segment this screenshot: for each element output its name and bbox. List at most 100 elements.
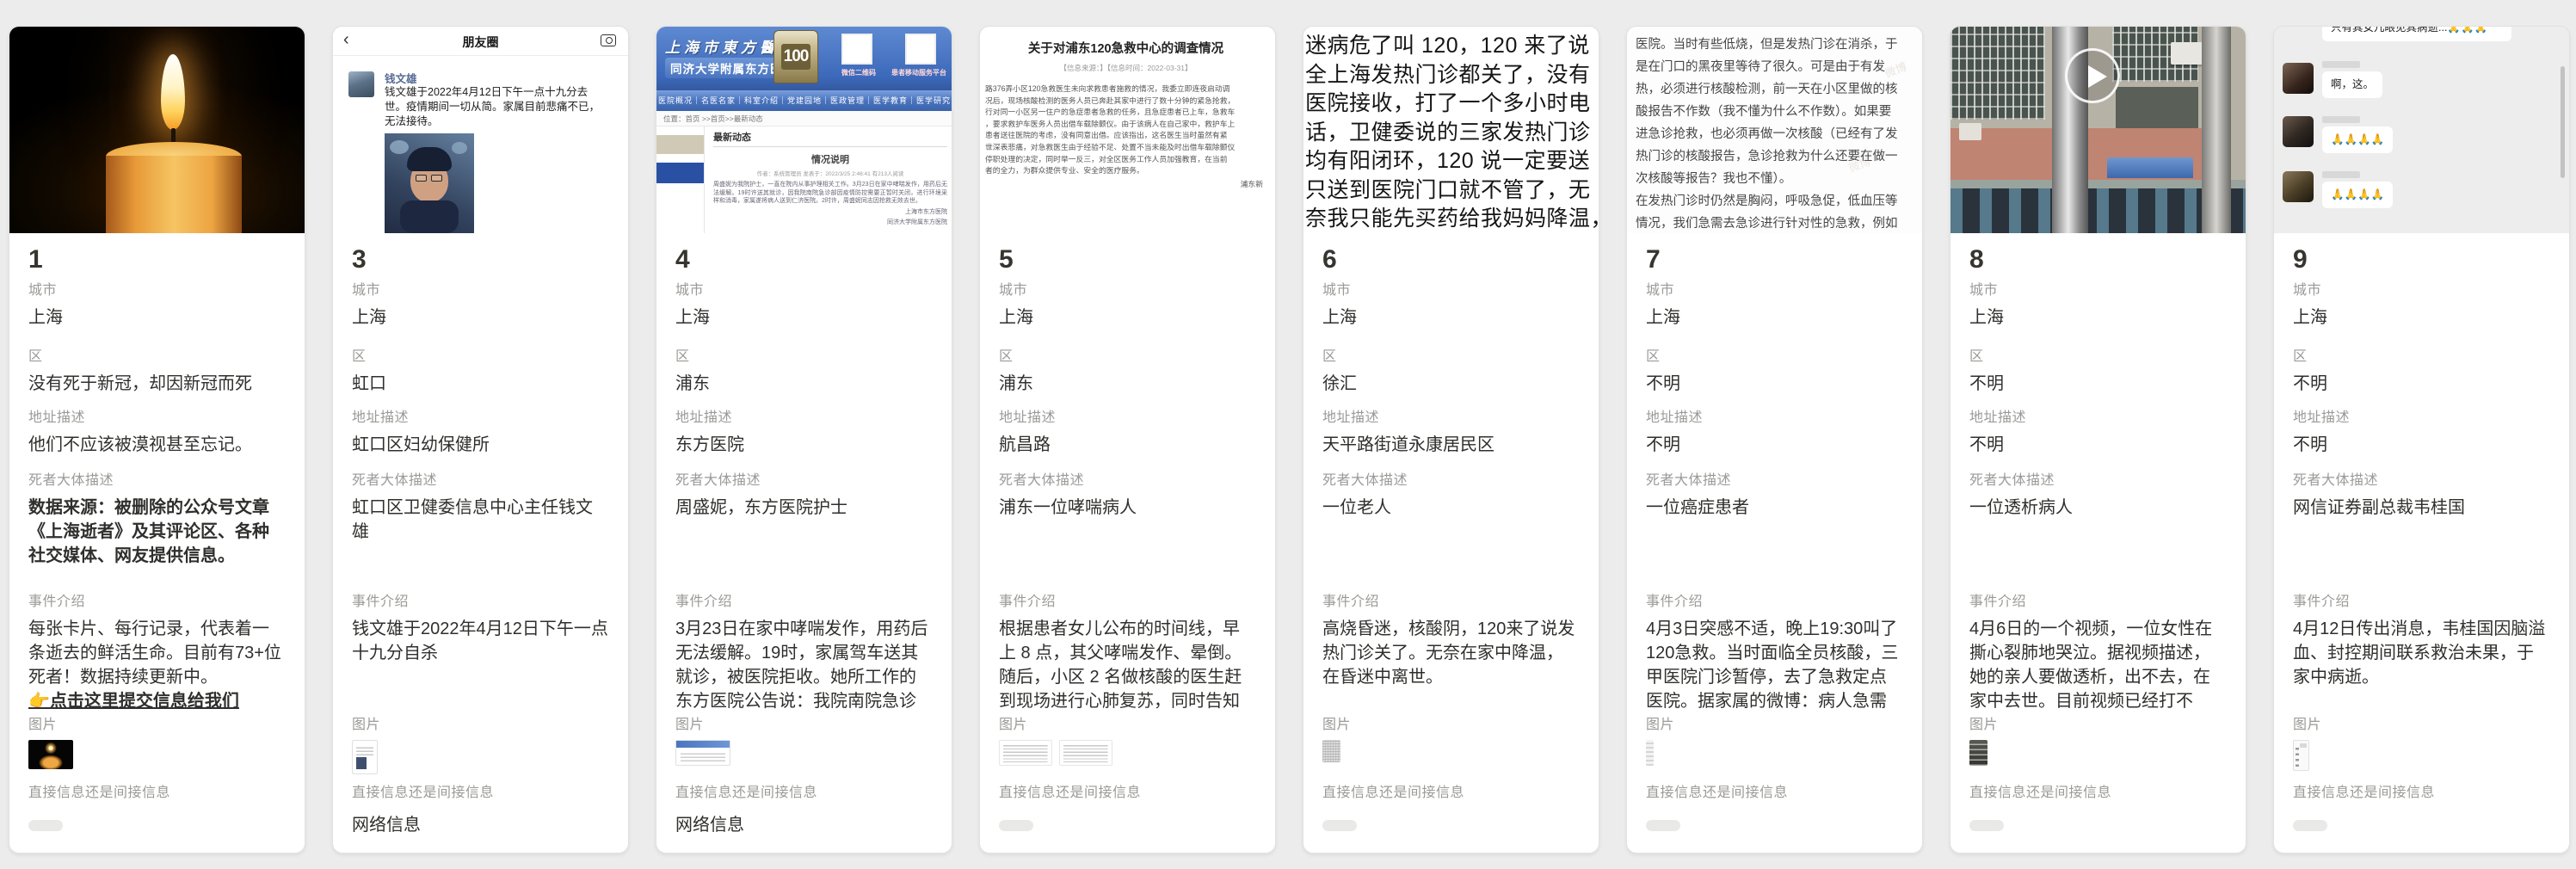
text-line: 均有阳闭环，120 说一定要送 <box>1305 147 1599 176</box>
background-light <box>452 142 467 154</box>
card-grid: 1 城市上海 区没有死于新冠，却因新冠而死 地址描述他们不应该被漠视甚至忘记。 … <box>9 26 2570 854</box>
event-label: 事件介绍 <box>1646 595 1903 610</box>
site-header: 上海市東方醫院 同济大学附属东方医院 100 微信二维码 患者移动服务平台 <box>656 27 952 90</box>
event-label: 事件介绍 <box>675 595 933 610</box>
address-label: 地址描述 <box>2293 410 2550 426</box>
event-label: 事件介绍 <box>1322 595 1580 610</box>
deceased-value: 数据来源：被删除的公众号文章《上海逝者》及其评论区、各种社交媒体、网友提供信息。 <box>28 496 286 568</box>
metal-pole <box>2202 27 2231 233</box>
card-number: 1 <box>28 243 286 283</box>
background-light <box>390 140 409 154</box>
deceased-value: 一位老人 <box>1322 496 1580 520</box>
narrow-thumbnail <box>1646 740 1654 766</box>
sidebar-block <box>656 163 704 183</box>
direct-label: 直接信息还是间接信息 <box>352 786 609 801</box>
event-value: 4月12日传出消息，韦桂国因脑溢血、封控期间联系救治未果，于家中病逝。 <box>2293 617 2550 689</box>
case-card-4[interactable]: 上海市東方醫院 同济大学附属东方医院 100 微信二维码 患者移动服务平台 医院… <box>656 26 952 854</box>
redacted-name <box>2322 61 2360 68</box>
address-value: 东方医院 <box>675 433 933 457</box>
qr-code <box>905 34 936 65</box>
address-value: 虹口区妇幼保健所 <box>352 433 609 457</box>
submit-info-link[interactable]: 👉点击这里提交信息给我们 <box>28 692 239 711</box>
empty-value-pill <box>1322 820 1357 831</box>
empty-value-pill <box>2293 820 2327 831</box>
address-label: 地址描述 <box>1646 410 1903 426</box>
document-thumbnail <box>1059 740 1112 766</box>
report-signature: 浦东新 <box>985 178 1266 189</box>
city-value: 上海 <box>675 305 933 330</box>
empty-value-pill <box>1646 820 1680 831</box>
section-title: 最新动态 <box>713 130 947 147</box>
district-value: 浦东 <box>999 372 1256 396</box>
city-value: 上海 <box>352 305 609 330</box>
image-label: 图片 <box>28 718 286 733</box>
report-line: ，要求救护车医务人员出借车载除颤仪。由于该病人在自己家中，救护车上 <box>985 119 1266 131</box>
case-card-6[interactable]: 迷病危了叫 120，120 来了说 全上海发热门诊都关了，没有 医院接收，打了一… <box>1303 26 1599 854</box>
report-line: 停职处理的决定，同时举一反三，对全区医务工作人员加强教育，在当前 <box>985 154 1266 166</box>
address-label: 地址描述 <box>28 410 286 426</box>
card-number: 7 <box>1646 243 1903 283</box>
city-label: 城市 <box>1646 283 1903 299</box>
site-sidebar <box>656 126 705 233</box>
statement-signature: 同济大学附属东方医院 <box>713 218 947 226</box>
event-label: 事件介绍 <box>352 595 609 610</box>
case-card-9[interactable]: 只有其女儿眼见其病逝...🙏🙏🙏 啊，这。 🙏🙏🙏🙏 🙏🙏🙏🙏 9 城市上海 区… <box>2273 26 2570 854</box>
text-line: 进急诊抢救，也必须再做一次核酸（已经有了发 <box>1636 123 1922 145</box>
district-label: 区 <box>1969 349 2227 365</box>
post-author: 钱文雄 <box>385 70 417 86</box>
event-value: 高烧昏迷，核酸阴，120来了说发热门诊关了。无奈在家中降温，在昏迷中离世。 <box>1322 617 1580 689</box>
direct-label: 直接信息还是间接信息 <box>1646 786 1903 801</box>
source-type-value: 网络信息 <box>352 813 609 837</box>
image-label: 图片 <box>999 718 1256 733</box>
moments-thumbnail <box>352 740 378 774</box>
portrait-photo <box>385 133 474 233</box>
scrollbar[interactable] <box>2561 66 2565 178</box>
district-label: 区 <box>1646 349 1903 365</box>
statement-title: 情况说明 <box>713 152 947 166</box>
avatar <box>2283 63 2314 94</box>
statement-meta: 作者：系统管理员 发表于：2022/3/25 2:46:41 有213人阅读 <box>713 169 947 177</box>
deceased-value: 网信证券副总裁韦桂国 <box>2293 496 2550 520</box>
event-label: 事件介绍 <box>2293 595 2550 610</box>
document-thumbnail <box>999 740 1052 766</box>
image-label: 图片 <box>352 718 609 733</box>
site-breadcrumb: 位置：首页 >>首页>>最新动态 <box>656 111 952 126</box>
address-label: 地址描述 <box>1969 410 2227 426</box>
address-label: 地址描述 <box>1322 410 1580 426</box>
event-value: 每张卡片、每行记录，代表着一条逝去的鲜活生命。目前有73+位死者！数据持续更新中… <box>28 619 281 687</box>
district-value: 徐汇 <box>1322 372 1580 396</box>
sidebar-block <box>656 135 704 154</box>
event-label: 事件介绍 <box>28 595 286 610</box>
text-line: 次核酸等报告？我也不懂）。 <box>1636 168 1922 190</box>
report-line: 行对同一小区另一住户的急症患者急救的任务，且急症患者已上车，急救车 <box>985 107 1266 119</box>
address-value: 不明 <box>1969 433 2227 457</box>
report-line: 者的全力，为群众提供专业、安全的医疗服务。 <box>985 165 1266 177</box>
text-line: 医院。当时有些低烧，但是发热门诊在消杀，于 <box>1636 34 1922 56</box>
case-card-8[interactable]: 8 城市上海 区不明 地址描述不明 死者大体描述一位透析病人 事件介绍4月6日的… <box>1950 26 2246 854</box>
wechat-moments-screenshot: ‹ 朋友圈 钱文雄 钱文雄于2022年4月12日下午一点十九分去世。疫情期间一切… <box>333 27 628 233</box>
case-card-1[interactable]: 1 城市上海 区没有死于新冠，却因新冠而死 地址描述他们不应该被漠视甚至忘记。 … <box>9 26 305 854</box>
case-card-5[interactable]: 关于对浦东120急救中心的调查情况 【信息来源：】【信息时间：2022-03-3… <box>979 26 1276 854</box>
city-value: 上海 <box>1969 305 2227 330</box>
deceased-value: 一位癌症患者 <box>1646 496 1903 520</box>
image-label: 图片 <box>2293 718 2550 733</box>
text-line: 热门诊的核酸报告，急诊抢救为什么还要在做一 <box>1636 145 1922 168</box>
candle-thumbnail <box>28 740 73 769</box>
deceased-label: 死者大体描述 <box>1322 473 1580 489</box>
case-card-3[interactable]: ‹ 朋友圈 钱文雄 钱文雄于2022年4月12日下午一点十九分去世。疫情期间一切… <box>332 26 629 854</box>
report-meta: 【信息来源：】【信息时间：2022-03-31】 <box>985 63 1266 73</box>
moments-title: 朋友圈 <box>333 34 628 51</box>
district-label: 区 <box>352 349 609 365</box>
image-label: 图片 <box>1969 718 2227 733</box>
card-number: 3 <box>352 243 609 283</box>
direct-label: 直接信息还是间接信息 <box>675 786 933 801</box>
qr-caption: 微信二维码 <box>841 68 876 77</box>
district-value: 浦东 <box>675 372 933 396</box>
case-card-7[interactable]: 微博 微博 医院。当时有些低烧，但是发热门诊在消杀，于 是在门口的黑夜里等待了很… <box>1626 26 1923 854</box>
weibo-statement-screenshot: 微博 微博 医院。当时有些低烧，但是发热门诊在消杀，于 是在门口的黑夜里等待了很… <box>1627 27 1922 233</box>
event-value: 根据患者女儿公布的时间线，早上 8 点，其父哮喘发作、晕倒。随后，小区 2 名做… <box>999 617 1256 714</box>
event-value: 4月6日的一个视频，一位女性在撕心裂肺地哭泣。据视频描述，她的亲人要做透析，出不… <box>1969 617 2227 714</box>
district-value: 不明 <box>2293 372 2550 396</box>
card-number: 9 <box>2293 243 2550 283</box>
play-button-icon <box>2065 48 2120 103</box>
